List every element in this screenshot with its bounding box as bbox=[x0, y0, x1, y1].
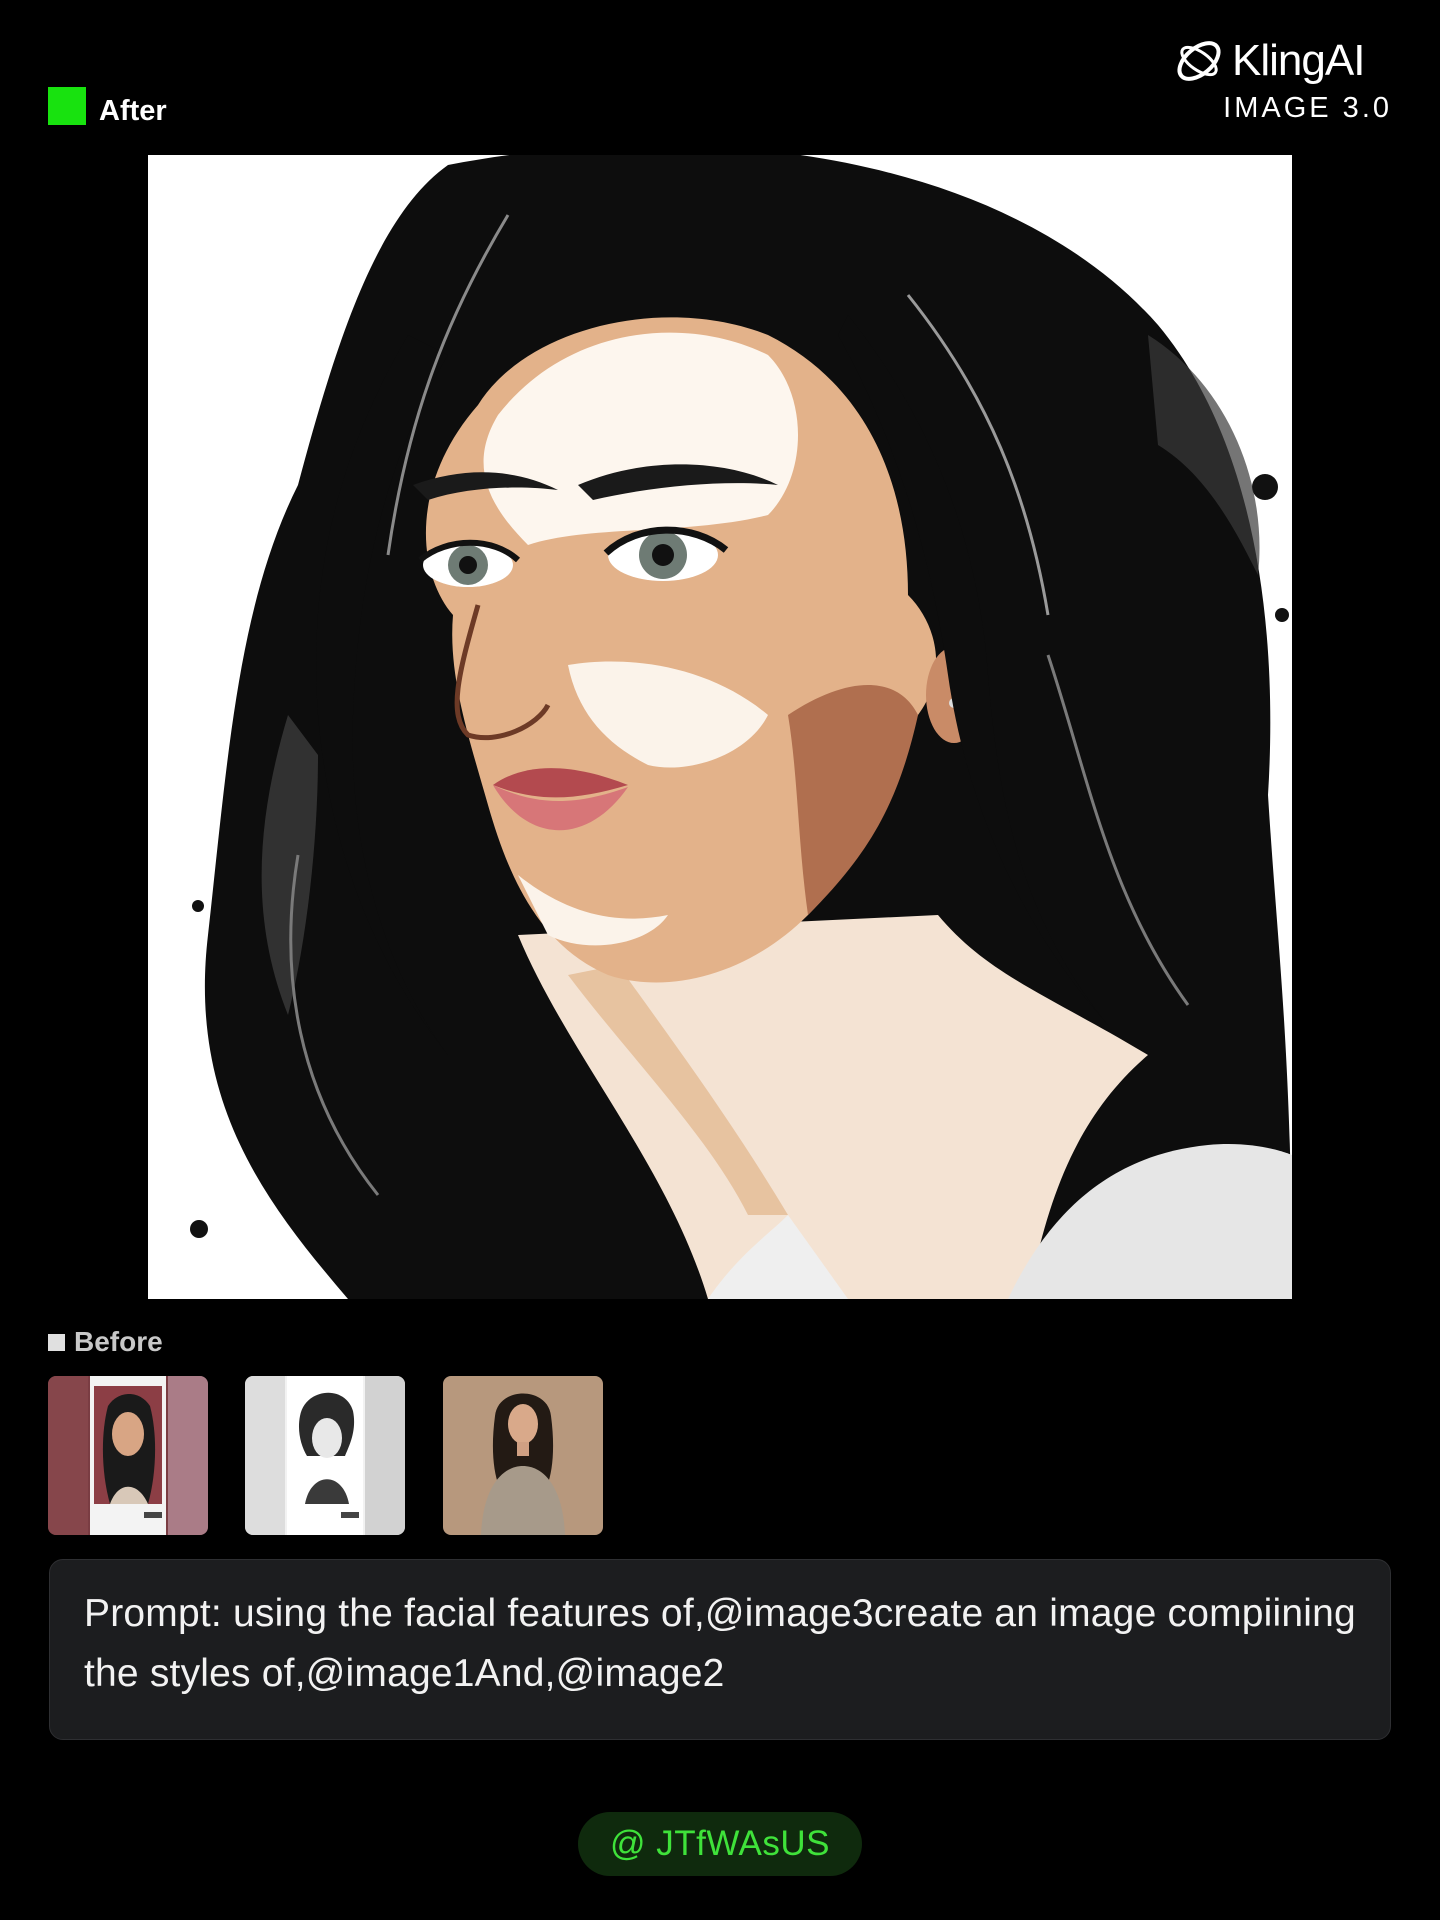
author-handle-badge[interactable]: @ JTfWAsUS bbox=[578, 1812, 862, 1876]
before-label-text: Before bbox=[74, 1326, 163, 1357]
before-marker bbox=[48, 1333, 65, 1351]
prompt-box: Prompt: using the facial features of,@im… bbox=[49, 1559, 1391, 1740]
before-label: Before bbox=[48, 1322, 163, 1362]
generated-portrait-image[interactable] bbox=[148, 155, 1292, 1299]
brand-name: KlingAI bbox=[1232, 36, 1365, 85]
reference-image-2[interactable] bbox=[245, 1376, 405, 1535]
product-version: IMAGE 3.0 bbox=[1223, 92, 1392, 124]
reference-image-3[interactable] bbox=[443, 1376, 603, 1535]
reference-image-1[interactable] bbox=[48, 1376, 208, 1535]
after-label: After bbox=[48, 86, 167, 127]
author-handle: @ JTfWAsUS bbox=[609, 1824, 831, 1863]
prompt-text: Prompt: using the facial features of,@im… bbox=[84, 1592, 1356, 1695]
kling-logo-icon bbox=[1177, 41, 1221, 81]
after-label-text: After bbox=[99, 94, 167, 127]
brand-logo: KlingAI IMAGE 3.0 bbox=[1172, 34, 1392, 130]
after-marker bbox=[48, 87, 86, 125]
